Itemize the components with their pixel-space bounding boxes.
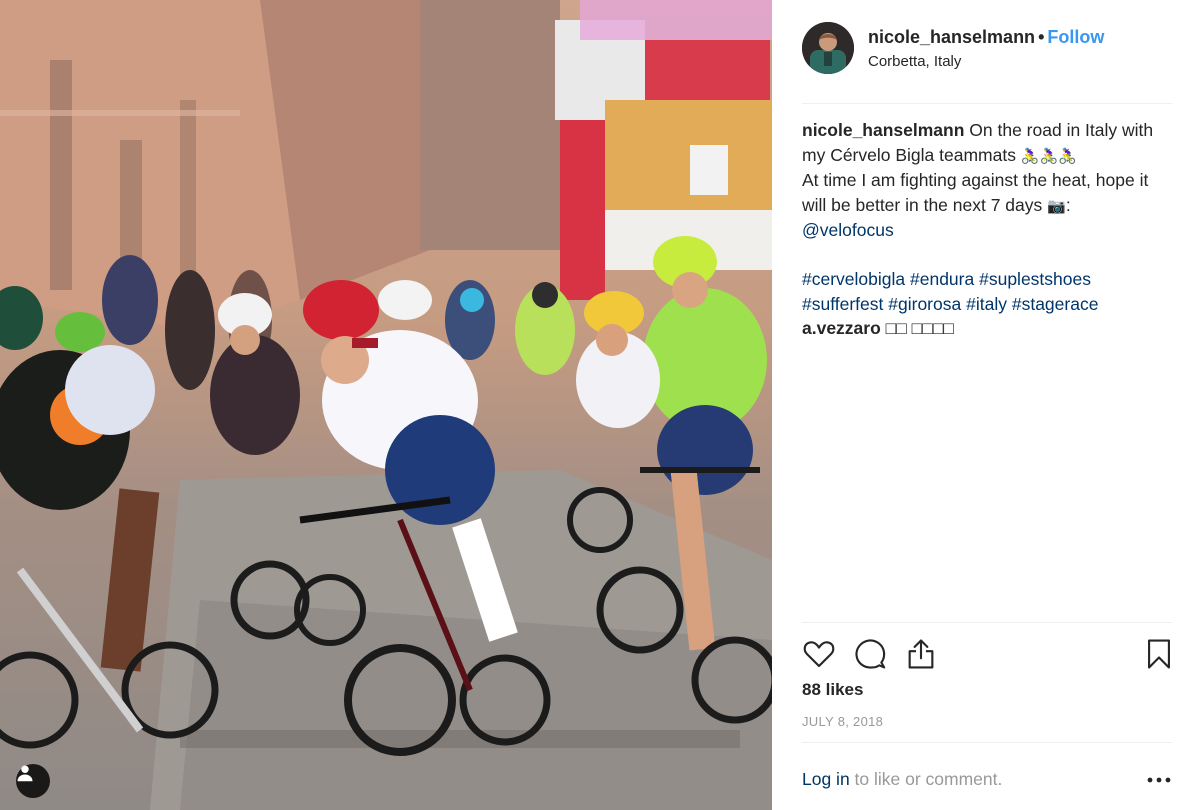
comment-item: a.vezzaro □□ □□□□ [802,316,1172,341]
caption-text-2: At time I am fighting against the heat, … [802,170,1149,215]
avatar-image [802,22,854,74]
caption-paragraph-1: nicole_hanselmann On the road in Italy w… [802,118,1172,168]
hashtag-link[interactable]: #italy [966,294,1007,314]
avatar[interactable] [802,22,854,74]
post-sidebar: nicole_hanselmann • Follow Corbetta, Italy… [772,0,1200,810]
post-actions: 88 likes JULY 8, 2018 [802,622,1172,742]
hashtag-link[interactable]: #girorosa [888,294,961,314]
comment-icon [855,639,886,669]
follow-button[interactable]: Follow [1047,27,1104,47]
person-icon [17,765,33,782]
hashtag-link[interactable]: #suplestshoes [979,269,1091,289]
login-prompt: Log in to like or comment. [802,769,1002,790]
post-footer: Log in to like or comment. [802,742,1172,810]
post-date[interactable]: JULY 8, 2018 [802,714,883,729]
comment-text: □□ □□□□ [885,318,954,338]
caption-emoji: 🚴‍♀🚴‍♀🚴‍♀ [1020,146,1077,165]
more-options-button[interactable] [1146,767,1172,793]
caption-username[interactable]: nicole_hanselmann [802,120,964,140]
more-options-icon [1147,777,1171,783]
save-button[interactable] [1142,637,1178,673]
header-separator: • [1038,27,1045,47]
header-username[interactable]: nicole_hanselmann [868,27,1035,47]
hashtag-link[interactable]: #sufferfest [802,294,883,314]
heart-icon [803,641,835,668]
like-count[interactable]: 88 likes [802,680,863,700]
share-button[interactable] [904,637,940,673]
share-icon [908,639,934,669]
post-header: nicole_hanselmann • Follow Corbetta, Italy [802,22,1172,104]
hashtag-link[interactable]: #cervelobigla [802,269,905,289]
photo-scene [0,0,772,810]
hashtag-list: #cervelobigla #endura #suplestshoes #suf… [802,267,1172,316]
bookmark-icon [1148,639,1170,669]
location-link[interactable]: Corbetta, Italy [868,53,961,70]
like-button[interactable] [802,637,838,673]
login-link[interactable]: Log in [802,769,850,789]
post-caption: nicole_hanselmann On the road in Italy w… [802,118,1172,341]
caption-paragraph-2: At time I am fighting against the heat, … [802,168,1172,218]
post-photo[interactable] [0,0,772,810]
comment-username[interactable]: a.vezzaro [802,318,881,338]
hashtag-link[interactable]: #endura [910,269,974,289]
login-prompt-text: to like or comment. [849,769,1003,789]
tag-people-button[interactable] [16,764,50,798]
header-line: nicole_hanselmann • Follow [868,27,1104,48]
caption-colon: : [1065,194,1071,215]
camera-emoji: 📷 [1047,196,1066,215]
hashtag-link[interactable]: #stagerace [1012,294,1099,314]
mention-link[interactable]: @velofocus [802,220,894,240]
comment-button[interactable] [853,637,889,673]
